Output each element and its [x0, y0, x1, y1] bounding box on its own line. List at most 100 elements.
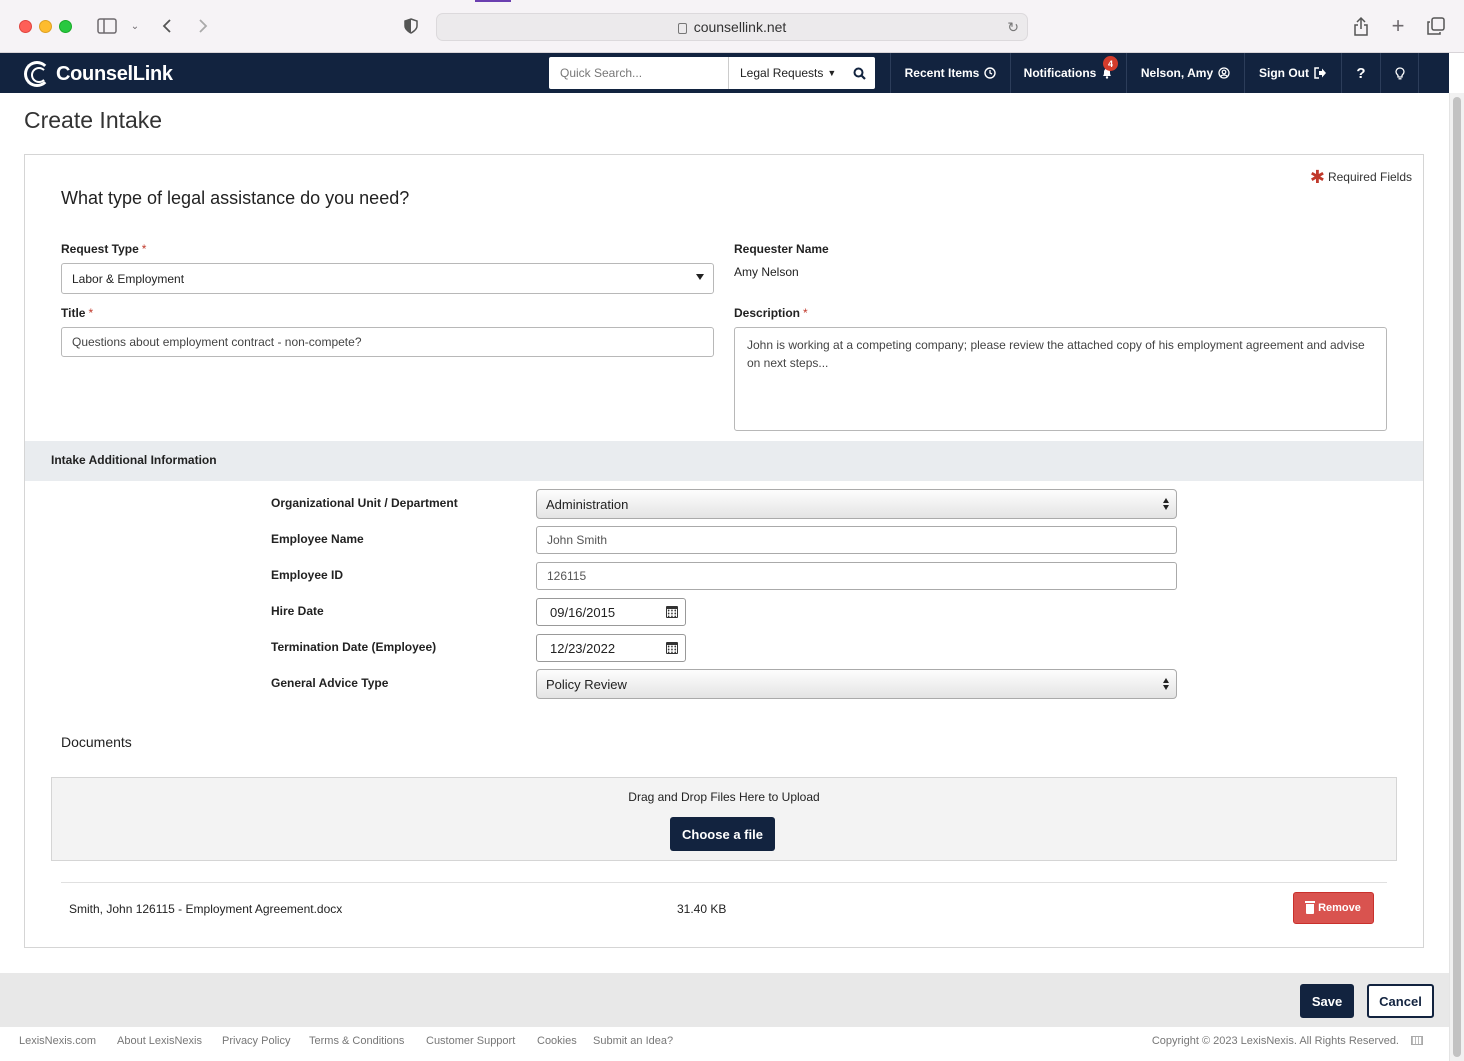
url-text: counsellink.net [693, 19, 787, 35]
description-label: Description * [734, 306, 808, 320]
description-textarea[interactable]: John is working at a competing company; … [734, 327, 1387, 431]
advice-type-select[interactable]: Policy Review [536, 669, 1177, 699]
org-unit-label: Organizational Unit / Department [271, 496, 458, 510]
counsellink-logo[interactable]: CounselLink [24, 61, 173, 87]
search-scope-dropdown[interactable]: Legal Requests ▼ [729, 57, 843, 89]
remove-label: Remove [1318, 902, 1361, 914]
calendar-icon[interactable] [666, 642, 678, 654]
notification-count-badge: 4 [1103, 56, 1118, 71]
required-asterisk-icon: ✱ [1309, 167, 1325, 187]
active-tab-indicator [475, 0, 511, 2]
footer-link-submit-idea[interactable]: Submit an Idea? [593, 1035, 673, 1047]
footer-links: LexisNexis.com About LexisNexis Privacy … [0, 1027, 1449, 1061]
remove-file-button[interactable]: Remove [1293, 892, 1374, 924]
file-name: Smith, John 126115 - Employment Agreemen… [69, 902, 343, 916]
file-size: 31.40 KB [677, 902, 727, 916]
quick-search: Legal Requests ▼ [549, 57, 875, 89]
required-fields-label: Required Fields [1327, 169, 1412, 184]
footer-link-terms[interactable]: Terms & Conditions [309, 1035, 404, 1047]
calendar-icon[interactable] [666, 606, 678, 618]
minimize-window-button[interactable] [39, 20, 52, 33]
advice-type-value: Policy Review [546, 676, 627, 692]
requester-name-label: Requester Name [734, 242, 829, 256]
title-label-text: Title [61, 306, 86, 320]
tab-group-chevron-icon[interactable]: ⌄ [128, 15, 142, 37]
sign-out-label: Sign Out [1259, 66, 1309, 80]
advice-type-label: General Advice Type [271, 676, 389, 690]
file-row: Smith, John 126115 - Employment Agreemen… [61, 882, 1387, 934]
footer-link-about[interactable]: About LexisNexis [117, 1035, 202, 1047]
lightbulb-icon [1394, 66, 1405, 79]
notifications-button[interactable]: Notifications 4 [1010, 53, 1126, 93]
sign-out-button[interactable]: Sign Out [1244, 53, 1341, 93]
select-arrows-icon [1163, 498, 1171, 510]
employee-name-input[interactable]: John Smith [536, 526, 1177, 554]
file-drop-zone[interactable]: Drag and Drop Files Here to Upload Choos… [51, 777, 1397, 861]
user-circle-icon [1218, 67, 1230, 79]
termination-date-label: Termination Date (Employee) [271, 640, 437, 654]
save-button[interactable]: Save [1300, 984, 1354, 1018]
scrollbar-thumb[interactable] [1453, 97, 1461, 1057]
user-name: Nelson, Amy [1140, 66, 1214, 80]
org-unit-select[interactable]: Administration [536, 489, 1177, 519]
footer-link-lexisnexis[interactable]: LexisNexis.com [19, 1035, 96, 1047]
page-title: Create Intake [24, 107, 163, 133]
title-input[interactable]: Questions about employment contract - no… [61, 327, 714, 357]
recent-items-label: Recent Items [904, 66, 980, 80]
employee-id-input[interactable]: 126115 [536, 562, 1177, 590]
termination-date-value: 12/23/2022 [550, 640, 616, 656]
close-window-button[interactable] [19, 20, 32, 33]
action-bar: Save Cancel [0, 973, 1449, 1027]
new-tab-icon[interactable]: + [1388, 13, 1408, 38]
request-type-value: Labor & Employment [72, 271, 185, 286]
title-label: Title * [61, 306, 93, 320]
search-icon [853, 67, 866, 80]
org-unit-value: Administration [546, 496, 629, 512]
employee-name-label: Employee Name [271, 532, 364, 546]
back-icon[interactable] [158, 15, 176, 37]
page-scrollbar[interactable] [1449, 93, 1464, 1061]
browser-chrome: ⌄ counsellink.net ↻ + [0, 0, 1464, 53]
hire-date-input[interactable]: 09/16/2015 [536, 598, 686, 626]
logo-mark-icon [24, 61, 50, 87]
zoom-window-button[interactable] [59, 20, 72, 33]
share-icon[interactable] [1351, 15, 1371, 37]
privacy-shield-icon[interactable] [402, 15, 420, 37]
required-star: * [803, 306, 808, 320]
tab-overview-icon[interactable] [1425, 15, 1447, 37]
hire-date-value: 09/16/2015 [550, 604, 616, 620]
reload-icon[interactable]: ↻ [1007, 19, 1019, 36]
trash-icon [1305, 901, 1316, 914]
request-type-label-text: Request Type [61, 242, 139, 256]
employee-id-label: Employee ID [271, 568, 344, 582]
termination-date-input[interactable]: 12/23/2022 [536, 634, 686, 662]
footer-link-cookies[interactable]: Cookies [537, 1035, 577, 1047]
title-value: Questions about employment contract - no… [72, 335, 362, 349]
description-label-text: Description [734, 306, 801, 320]
idea-button[interactable] [1380, 53, 1419, 93]
recent-items-button[interactable]: Recent Items [890, 53, 1010, 93]
requester-name-value: Amy Nelson [734, 265, 799, 279]
user-menu-button[interactable]: Nelson, Amy [1126, 53, 1244, 93]
notifications-label: Notifications [1023, 66, 1097, 80]
assistance-question: What type of legal assistance do you nee… [61, 188, 410, 208]
hire-date-label: Hire Date [271, 604, 324, 618]
quick-search-input[interactable] [549, 57, 729, 89]
address-bar[interactable]: counsellink.net ↻ [436, 13, 1028, 41]
request-type-select[interactable]: Labor & Employment [61, 263, 714, 294]
cancel-button[interactable]: Cancel [1367, 984, 1434, 1018]
request-type-label: Request Type * [61, 242, 146, 256]
footer-link-support[interactable]: Customer Support [426, 1035, 515, 1047]
search-scope-label: Legal Requests [740, 66, 824, 80]
help-button[interactable]: ? [1341, 53, 1380, 93]
forward-icon[interactable] [194, 15, 212, 37]
required-star: * [88, 306, 94, 320]
help-icon: ? [1356, 64, 1366, 82]
search-button[interactable] [843, 57, 875, 89]
choose-file-button[interactable]: Choose a file [670, 817, 775, 851]
footer-link-privacy[interactable]: Privacy Policy [222, 1035, 290, 1047]
employee-id-value: 126115 [547, 569, 587, 583]
sidebar-toggle-icon[interactable] [96, 15, 118, 37]
sign-out-icon [1314, 67, 1326, 79]
clock-icon [984, 67, 997, 79]
